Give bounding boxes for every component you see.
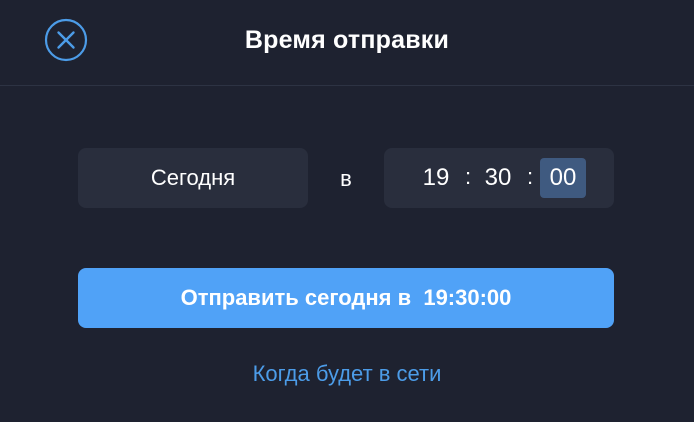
send-when-online-link[interactable]: Когда будет в сети bbox=[0, 361, 694, 387]
time-separator: : bbox=[464, 164, 472, 189]
send-scheduled-button[interactable]: Отправить сегодня в 19:30:00 bbox=[78, 268, 614, 328]
time-separator: : bbox=[526, 164, 534, 189]
time-picker: 19 : 30 : 00 bbox=[384, 148, 614, 208]
hours-field[interactable]: 19 bbox=[418, 158, 454, 198]
dialog-title: Время отправки bbox=[244, 26, 450, 54]
header: Время отправки bbox=[0, 0, 694, 86]
day-select[interactable]: Сегодня bbox=[78, 148, 308, 208]
at-label: в bbox=[340, 166, 352, 191]
seconds-field[interactable]: 00 bbox=[540, 158, 586, 198]
minutes-field[interactable]: 30 bbox=[480, 158, 516, 198]
